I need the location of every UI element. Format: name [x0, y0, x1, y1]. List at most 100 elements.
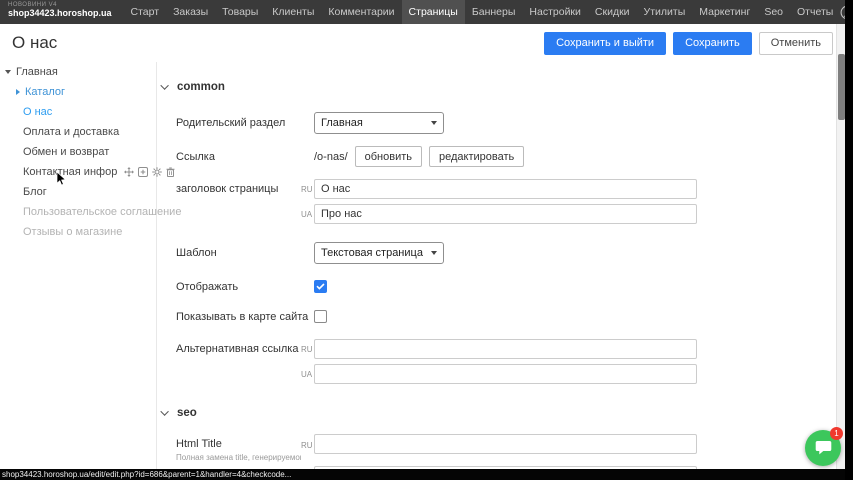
page-title-ru-row: заголовок страницы RU — [176, 179, 833, 199]
alt-link-ua-row: UA — [176, 364, 833, 384]
link-path-value: /o-nas/ — [314, 151, 348, 163]
menu-seo[interactable]: Seo — [757, 0, 790, 24]
lang-tag-ua: UA — [301, 370, 314, 379]
sidebar-item-oplata-i-dostavka[interactable]: Оплата и доставка — [0, 122, 156, 142]
caret-down-icon[interactable] — [5, 70, 11, 74]
link-row: Ссылка /o-nas/ обновить редактировать — [176, 146, 833, 167]
topbar-nav: Старт Заказы Товары Клиенты Комментарии … — [124, 0, 841, 24]
sitemap-checkbox[interactable] — [314, 310, 327, 323]
chevron-down-icon — [160, 81, 168, 89]
chat-bubble-icon — [815, 440, 832, 456]
html-title-ru-row: Html Title Полная замена title, генериру… — [176, 434, 833, 462]
section-common[interactable]: common — [163, 80, 833, 94]
save-button[interactable]: Сохранить — [673, 32, 752, 55]
template-row: Шаблон Текстовая страница — [176, 242, 833, 264]
parent-section-select-wrap: Главная — [314, 112, 444, 134]
cancel-button[interactable]: Отменить — [759, 32, 833, 55]
chat-widget-button[interactable]: 1 — [805, 430, 841, 466]
sidebar-item-glavnaya[interactable]: Главная — [0, 62, 156, 82]
html-title-label-block: Html Title Полная замена title, генериру… — [176, 438, 301, 462]
template-select-wrap: Текстовая страница — [314, 242, 444, 264]
menu-stranitsy[interactable]: Страницы — [402, 0, 465, 24]
lang-tag-ru: RU — [301, 441, 314, 450]
sitemap-label: Показывать в карте сайта — [176, 311, 314, 323]
html-title-label: Html Title — [176, 438, 301, 450]
sidebar-item-label: Каталог — [25, 86, 65, 98]
display-checkbox[interactable] — [314, 280, 327, 293]
logo[interactable]: НОВОВИНИ V4 shop34423.horoshop.ua — [0, 0, 124, 24]
sidebar-item-polzovatelskoe-soglashenie[interactable]: Пользовательское соглашение — [0, 202, 156, 222]
display-label: Отображать — [176, 281, 314, 293]
menu-otchety[interactable]: Отчеты — [790, 0, 840, 24]
sidebar-item-label: Оплата и доставка — [23, 126, 119, 138]
menu-skidki[interactable]: Скидки — [588, 0, 637, 24]
page-title-ua-row: UA — [176, 204, 833, 224]
chevron-down-icon — [160, 407, 168, 415]
parent-section-label: Родительский раздел — [176, 117, 314, 129]
menu-kommentarii[interactable]: Комментарии — [321, 0, 401, 24]
sidebar-item-label: Отзывы о магазине — [23, 226, 122, 238]
sidebar-item-kontaktnaya-informatsiya[interactable]: Контактная инфор — [0, 162, 156, 182]
template-label: Шаблон — [176, 247, 314, 259]
tree-item-actions — [124, 167, 175, 177]
page-title-ru-input[interactable] — [314, 179, 697, 199]
parent-section-row: Родительский раздел Главная — [176, 112, 833, 134]
section-seo[interactable]: seo — [163, 406, 833, 420]
page-title-label: заголовок страницы — [176, 183, 301, 195]
html-title-ru-input[interactable] — [314, 434, 697, 454]
pages-tree-sidebar: Главная Каталог О нас Оплата и доставка … — [0, 62, 157, 469]
menu-marketing[interactable]: Маркетинг — [692, 0, 757, 24]
sidebar-item-label: Контактная инфор — [23, 166, 117, 178]
trash-icon[interactable] — [166, 167, 175, 177]
sidebar-item-label: Обмен и возврат — [23, 146, 109, 158]
sidebar-item-label: О нас — [23, 106, 52, 118]
lang-tag-ua: UA — [301, 210, 314, 219]
move-icon[interactable] — [124, 167, 134, 177]
chat-notification-badge: 1 — [830, 427, 843, 440]
alt-link-ua-input[interactable] — [314, 364, 697, 384]
edit-form: common Родительский раздел Главная Ссылк… — [158, 62, 833, 469]
alt-link-label: Альтернативная ссылка — [176, 343, 301, 355]
display-row: Отображать — [176, 280, 833, 293]
menu-start[interactable]: Старт — [124, 0, 167, 24]
check-icon — [316, 283, 325, 290]
caret-right-icon[interactable] — [16, 89, 20, 95]
link-refresh-button[interactable]: обновить — [355, 146, 422, 167]
logo-domain: shop34423.horoshop.ua — [8, 9, 112, 19]
template-select[interactable]: Текстовая страница — [314, 242, 444, 264]
alt-link-ru-input[interactable] — [314, 339, 697, 359]
link-edit-button[interactable]: редактировать — [429, 146, 524, 167]
sidebar-item-label: Блог — [23, 186, 47, 198]
status-url: shop34423.horoshop.ua/edit/edit.php?id=6… — [0, 470, 291, 479]
menu-bannery[interactable]: Баннеры — [465, 0, 523, 24]
lang-tag-ru: RU — [301, 185, 314, 194]
add-icon[interactable] — [138, 167, 148, 177]
sidebar-item-o-nas[interactable]: О нас — [0, 102, 156, 122]
sidebar-item-label: Пользовательское соглашение — [23, 206, 181, 218]
sitemap-row: Показывать в карте сайта — [176, 310, 833, 323]
sidebar-item-otzyvy-o-magazine[interactable]: Отзывы о магазине — [0, 222, 156, 242]
menu-nastroyki[interactable]: Настройки — [522, 0, 588, 24]
header-buttons: Сохранить и выйти Сохранить Отменить — [544, 32, 833, 55]
alt-link-ru-row: Альтернативная ссылка RU — [176, 339, 833, 359]
menu-klienty[interactable]: Клиенты — [265, 0, 321, 24]
scrollbar-thumb[interactable] — [838, 54, 845, 120]
parent-section-select[interactable]: Главная — [314, 112, 444, 134]
link-label: Ссылка — [176, 151, 314, 163]
html-title-hint: Полная замена title, генерируемого — [176, 453, 301, 462]
menu-zakazy[interactable]: Заказы — [166, 0, 215, 24]
sidebar-item-obmen-i-vozvrat[interactable]: Обмен и возврат — [0, 142, 156, 162]
menu-utility[interactable]: Утилиты — [637, 0, 693, 24]
sidebar-item-katalog[interactable]: Каталог — [0, 82, 156, 102]
gear-icon[interactable] — [152, 167, 162, 177]
sidebar-item-label: Главная — [16, 66, 58, 78]
page-title-ua-input[interactable] — [314, 204, 697, 224]
menu-tovary[interactable]: Товары — [215, 0, 265, 24]
bottom-status-bar: shop34423.horoshop.ua/edit/edit.php?id=6… — [0, 469, 853, 480]
sidebar-item-blog[interactable]: Блог — [0, 182, 156, 202]
save-and-exit-button[interactable]: Сохранить и выйти — [544, 32, 666, 55]
vertical-scrollbar[interactable] — [836, 24, 845, 469]
section-common-label: common — [177, 81, 225, 93]
section-seo-label: seo — [177, 407, 197, 419]
page-title: О нас — [0, 33, 57, 53]
